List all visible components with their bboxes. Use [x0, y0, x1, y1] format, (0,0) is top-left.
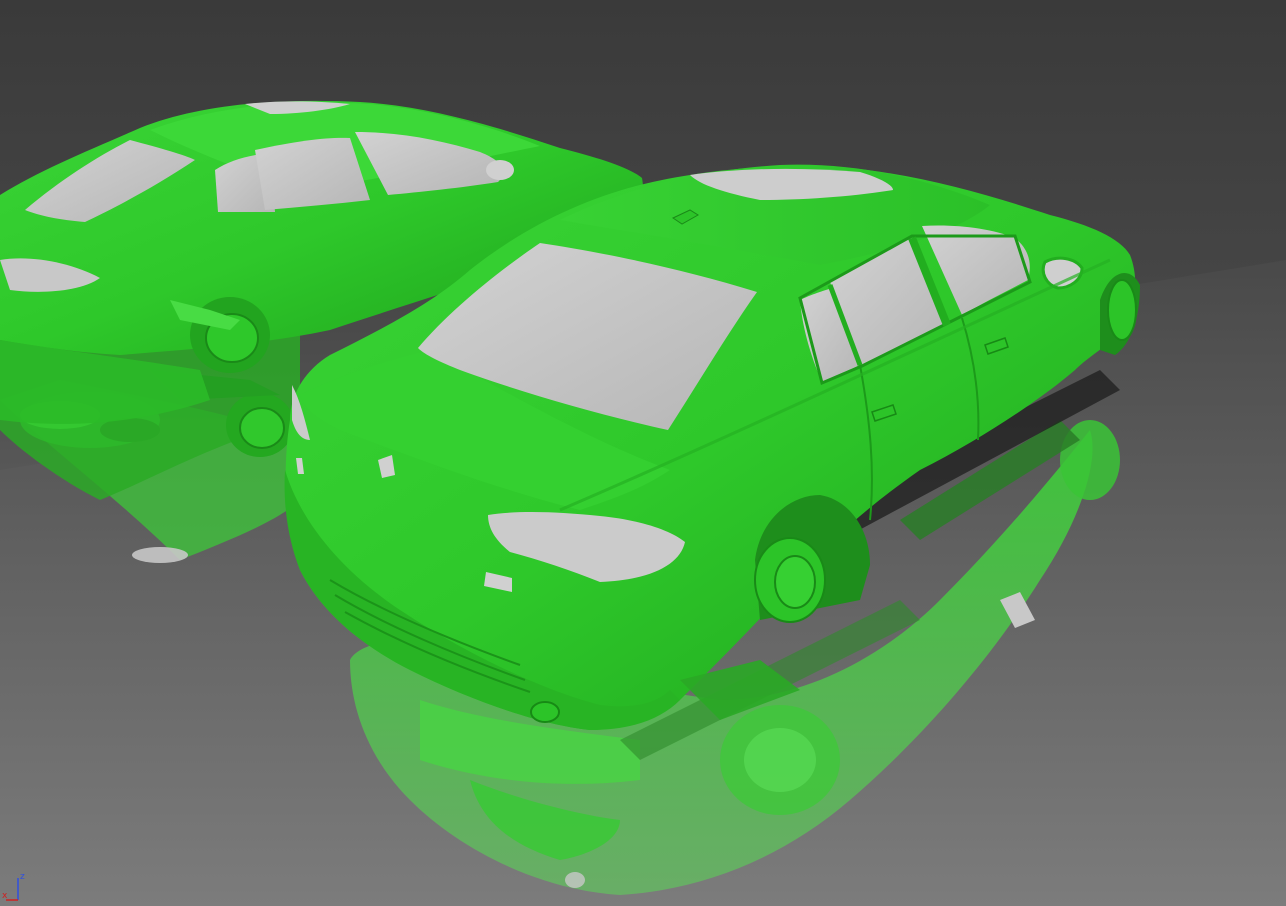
axis-gizmo: z x — [2, 872, 25, 901]
x-axis-label: x — [2, 891, 8, 901]
z-axis-label: z — [20, 872, 25, 882]
scene — [0, 100, 1140, 895]
exhaust-tip — [530, 701, 560, 723]
3d-viewport[interactable]: z x — [0, 0, 1286, 906]
